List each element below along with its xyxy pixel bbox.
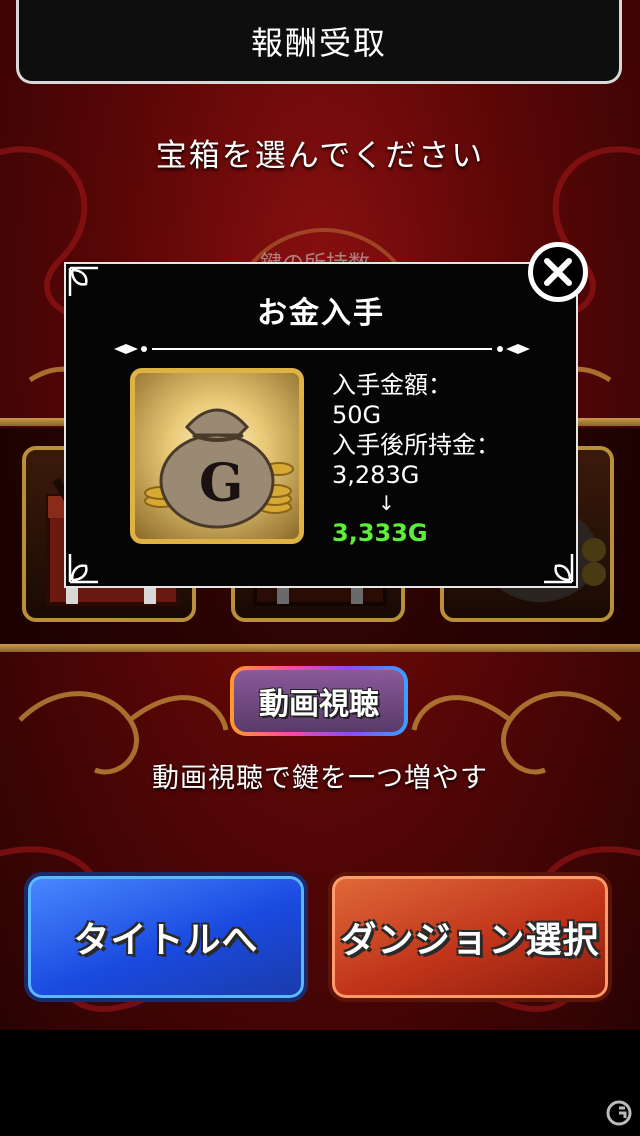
popup-title: お金入手 — [257, 296, 385, 331]
header-bar: 報酬受取 — [16, 0, 622, 84]
corner-ornament-icon — [544, 554, 574, 584]
bag-letter: G — [199, 453, 243, 514]
close-icon — [544, 258, 572, 286]
after-total-label: 入手後所持金： — [332, 431, 500, 459]
video-caption: 動画視聴で鍵を一つ増やす — [152, 763, 488, 794]
reward-icon-frame: G — [130, 368, 304, 544]
reward-popup: お金入手 G 入手金額： 50G 入手後所持金： 3,283G ↓ 3,333G — [64, 262, 578, 588]
dungeon-select-button[interactable]: ダンジョン選択 — [328, 872, 612, 1002]
to-title-label: タイトルへ — [73, 920, 259, 961]
corner-ornament-icon — [68, 554, 98, 584]
money-bag-icon: G — [144, 408, 294, 529]
watermark-logo — [606, 1100, 632, 1126]
reward-info: 入手金額： 50G 入手後所持金： 3,283G ↓ 3,333G — [332, 370, 572, 548]
bottom-bar — [0, 1030, 640, 1136]
amount-label: 入手金額： — [332, 371, 452, 399]
watch-video-label: 動画視聴 — [259, 687, 379, 722]
amount-value: 50G — [332, 401, 382, 429]
down-arrow-icon: ↓ — [378, 491, 395, 515]
close-button[interactable] — [528, 242, 588, 302]
before-total-value: 3,283G — [332, 461, 420, 489]
gold-band-bottom — [0, 644, 640, 652]
watch-video-button[interactable]: 動画視聴 — [230, 666, 408, 736]
after-total-value: 3,333G — [332, 519, 428, 547]
instruction-text: 宝箱を選んでください — [155, 138, 485, 174]
to-title-button[interactable]: タイトルへ — [24, 872, 308, 1002]
divider-ornament — [114, 344, 530, 354]
page-title: 報酬受取 — [250, 23, 387, 62]
dungeon-select-label: ダンジョン選択 — [340, 920, 600, 961]
